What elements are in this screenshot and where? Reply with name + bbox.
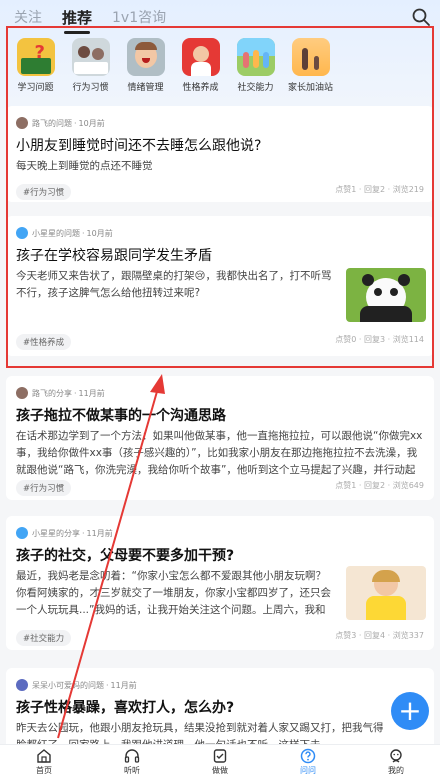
- category-emotion[interactable]: 情绪管理: [118, 38, 173, 100]
- author-name[interactable]: 路飞: [32, 388, 48, 399]
- nav-home[interactable]: 首页: [0, 745, 88, 779]
- post-time: 11月前: [110, 680, 137, 690]
- topic-tag[interactable]: #行为习惯: [16, 184, 72, 200]
- post-meta: 小星星 的问题 · 10月前: [16, 226, 424, 240]
- search-icon[interactable]: [410, 6, 432, 28]
- post-desc: 最近，我妈老是念叨着：“你家小宝怎么都不爱跟其他小朋友玩啊？你看阿姨家的，才三岁…: [16, 570, 331, 616]
- post-stats: 点赞1 · 回复2 · 浏览219: [335, 185, 424, 194]
- nav-label: 首页: [36, 766, 52, 775]
- category-study[interactable]: ? 学习问题: [8, 38, 63, 100]
- author-name[interactable]: 呆呆小可爱妈: [32, 680, 80, 691]
- nav-label: 问问: [300, 766, 316, 775]
- topic-tag[interactable]: #性格养成: [16, 334, 72, 350]
- tab-consult[interactable]: 1v1咨询: [112, 7, 166, 27]
- avatar[interactable]: [16, 679, 28, 691]
- category-personality[interactable]: 性格养成: [173, 38, 228, 100]
- category-label: 社交能力: [237, 83, 274, 93]
- avatar[interactable]: [16, 227, 28, 239]
- post-card[interactable]: 小星星 的问题 · 10月前 孩子在学校容易跟同学发生矛盾 今天老师又来告状了，…: [6, 216, 434, 356]
- post-meta: 小星星 的分享 · 11月前: [16, 526, 424, 540]
- post-meta: 路飞 的问题 · 10月前: [16, 116, 424, 130]
- category-label: 学习问题: [17, 83, 54, 93]
- tab-recommend[interactable]: 推荐: [62, 7, 92, 34]
- category-label: 情绪管理: [127, 83, 164, 93]
- category-social[interactable]: 社交能力: [228, 38, 283, 100]
- category-habit[interactable]: 行为习惯: [63, 38, 118, 100]
- tab-follow[interactable]: 关注: [14, 7, 42, 27]
- post-stats: 点赞3 · 回复4 · 浏览337: [335, 631, 424, 640]
- post-title[interactable]: 孩子的社交，父母要不要多加干预?: [16, 546, 424, 566]
- post-title[interactable]: 孩子拖拉不做某事的一个沟通思路: [16, 406, 424, 426]
- panda-photo[interactable]: [346, 268, 426, 322]
- post-action: 的问题: [80, 680, 104, 690]
- post-time: 10月前: [78, 118, 105, 128]
- post-desc: 在话术那边学到了一个方法：如果叫他做某事，他一直拖拖拉拉，可以跟他说“你做完xx…: [16, 430, 423, 476]
- home-icon: [37, 749, 51, 763]
- post-stats: 点赞1 · 回复2 · 浏览649: [335, 481, 424, 490]
- post-action: 的分享: [48, 388, 72, 398]
- post-desc: 今天老师又来告状了，跟隔壁桌的打架😢，我都快出名了，打不听骂不行，孩子这脾气怎么…: [16, 270, 332, 299]
- post-card[interactable]: 小星星 的分享 · 11月前 孩子的社交，父母要不要多加干预? 最近，我妈老是念…: [6, 516, 434, 650]
- post-title[interactable]: 孩子性格暴躁，喜欢打人，怎么办?: [16, 698, 424, 718]
- top-tabs: 关注 推荐 1v1咨询: [0, 0, 440, 34]
- author-name[interactable]: 小星星: [32, 528, 56, 539]
- headphones-icon: [124, 749, 140, 763]
- task-icon: [213, 749, 227, 763]
- nav-ask[interactable]: 问问: [264, 745, 352, 779]
- category-parent[interactable]: 家长加油站: [283, 38, 338, 100]
- author-name[interactable]: 路飞: [32, 118, 48, 129]
- post-desc: 昨天去公园玩，他跟小朋友抢玩具，结果没抢到就对着人家又踢又打，把我气得脸都红了。…: [16, 722, 384, 744]
- post-time: 11月前: [86, 528, 113, 538]
- category-label: 家长加油站: [287, 83, 333, 93]
- category-row: ? 学习问题 行为习惯 情绪管理 性格养成 社交能力 家长加油站: [0, 38, 440, 100]
- girl-photo[interactable]: [346, 566, 426, 620]
- post-action: 的问题: [56, 228, 80, 238]
- nav-label: 我的: [388, 766, 404, 775]
- post-time: 10月前: [86, 228, 113, 238]
- new-post-button[interactable]: +: [391, 692, 429, 730]
- post-card[interactable]: 路飞 的问题 · 10月前 小朋友到睡觉时间还不去睡怎么跟他说? 每天晚上到睡觉…: [6, 106, 434, 202]
- category-label: 行为习惯: [72, 83, 109, 93]
- heart-child-icon: [181, 38, 220, 76]
- nav-listen[interactable]: 听听: [88, 745, 176, 779]
- nav-label: 做做: [212, 766, 228, 775]
- parent-child-icon: [291, 38, 330, 76]
- avatar[interactable]: [16, 117, 28, 129]
- post-desc: 每天晚上到睡觉的点还不睡觉: [16, 160, 153, 172]
- post-card[interactable]: 呆呆小可爱妈 的问题 · 11月前 孩子性格暴躁，喜欢打人，怎么办? 昨天去公园…: [6, 668, 434, 744]
- post-time: 11月前: [78, 388, 105, 398]
- post-action: 的分享: [56, 528, 80, 538]
- profile-icon: [390, 749, 402, 763]
- kids-group-icon: [236, 38, 275, 76]
- category-label: 性格养成: [182, 83, 219, 93]
- avatar[interactable]: [16, 527, 28, 539]
- post-title[interactable]: 孩子在学校容易跟同学发生矛盾: [16, 246, 424, 266]
- post-card[interactable]: 路飞 的分享 · 11月前 孩子拖拉不做某事的一个沟通思路 在话术那边学到了一个…: [6, 376, 434, 500]
- topic-tag[interactable]: #行为习惯: [16, 480, 72, 496]
- nav-do[interactable]: 做做: [176, 745, 264, 779]
- post-stats: 点赞0 · 回复3 · 浏览114: [335, 335, 424, 344]
- book-question-icon: ?: [16, 38, 55, 76]
- post-title[interactable]: 小朋友到睡觉时间还不去睡怎么跟他说?: [16, 136, 424, 156]
- question-icon: [300, 748, 316, 764]
- crying-child-icon: [126, 38, 165, 76]
- post-meta: 呆呆小可爱妈 的问题 · 11月前: [16, 678, 424, 692]
- author-name[interactable]: 小星星: [32, 228, 56, 239]
- nav-mine[interactable]: 我的: [352, 745, 440, 779]
- kids-reading-icon: [71, 38, 110, 76]
- nav-label: 听听: [124, 766, 140, 775]
- bottom-nav: 首页 听听 做做 问问 我的: [0, 744, 440, 779]
- avatar[interactable]: [16, 387, 28, 399]
- post-action: 的问题: [48, 118, 72, 128]
- topic-tag[interactable]: #社交能力: [16, 630, 72, 646]
- post-meta: 路飞 的分享 · 11月前: [16, 386, 424, 400]
